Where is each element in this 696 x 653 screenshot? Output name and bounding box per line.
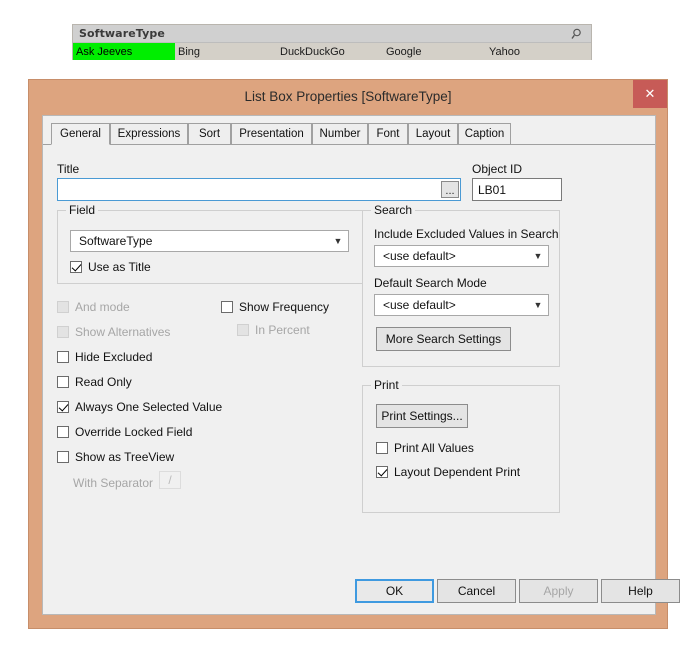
tab-strip: General Expressions Sort Presentation Nu… <box>43 123 655 145</box>
chevron-down-icon: ▼ <box>333 236 343 246</box>
list-item[interactable]: Yahoo <box>486 43 591 60</box>
field-select[interactable]: SoftwareType ▼ <box>70 230 349 252</box>
print-settings-button[interactable]: Print Settings... <box>376 404 468 428</box>
listbox-caption: SoftwareType <box>73 25 591 43</box>
object-id-label: Object ID <box>472 162 523 176</box>
checkbox-box <box>57 326 69 338</box>
apply-button: Apply <box>519 579 598 603</box>
checkbox-box <box>221 301 233 313</box>
include-excluded-value: <use default> <box>383 249 456 263</box>
tab-font[interactable]: Font <box>368 123 408 145</box>
title-input[interactable] <box>57 178 461 201</box>
include-excluded-select[interactable]: <use default> ▼ <box>374 245 549 267</box>
default-search-mode-select[interactable]: <use default> ▼ <box>374 294 549 316</box>
close-button[interactable]: ✕ <box>633 80 667 108</box>
checkbox-box <box>57 401 69 413</box>
checkbox-label: In Percent <box>255 323 310 337</box>
list-item[interactable]: Ask Jeeves <box>73 43 175 60</box>
tab-panel-general: Title ... Object ID LB01 Field SoftwareT… <box>43 145 680 614</box>
dialog-title: List Box Properties [SoftwareType] <box>244 89 452 104</box>
search-groupbox-title: Search <box>371 203 416 217</box>
checkbox-label: Always One Selected Value <box>75 400 223 414</box>
tab-expressions[interactable]: Expressions <box>110 123 188 145</box>
tab-caption[interactable]: Caption <box>458 123 511 145</box>
help-button[interactable]: Help <box>601 579 680 603</box>
include-excluded-label: Include Excluded Values in Search <box>374 227 559 241</box>
field-select-value: SoftwareType <box>79 234 153 248</box>
tab-sort[interactable]: Sort <box>188 123 231 145</box>
with-separator-label: With Separator <box>73 476 154 490</box>
chevron-down-icon: ▼ <box>533 300 543 310</box>
object-id-input[interactable]: LB01 <box>472 178 562 201</box>
checkbox-box <box>57 351 69 363</box>
list-box-properties-dialog: List Box Properties [SoftwareType] ✕ Gen… <box>28 79 680 629</box>
checkbox-label: And mode <box>75 300 130 314</box>
title-browse-button[interactable]: ... <box>441 181 459 198</box>
checkbox-box <box>376 466 388 478</box>
listbox-value-row[interactable]: Ask Jeeves Bing DuckDuckGo Google Yahoo <box>73 43 591 60</box>
checkbox-box <box>57 301 69 313</box>
checkbox-show-frequency[interactable]: Show Frequency <box>221 300 329 314</box>
checkbox-use-as-title[interactable]: Use as Title <box>70 260 151 274</box>
checkbox-layout-dependent-print[interactable]: Layout Dependent Print <box>376 465 520 479</box>
checkbox-box <box>376 442 388 454</box>
chevron-down-icon: ▼ <box>533 251 543 261</box>
dialog-button-bar: OK Cancel Apply Help <box>43 568 680 614</box>
checkbox-show-alternatives[interactable]: Show Alternatives <box>57 325 170 339</box>
with-separator-input[interactable]: / <box>159 471 181 489</box>
tab-presentation[interactable]: Presentation <box>231 123 312 145</box>
checkbox-label: Show Frequency <box>239 300 330 314</box>
cancel-button[interactable]: Cancel <box>437 579 516 603</box>
tab-general[interactable]: General <box>51 123 110 145</box>
checkbox-label: Hide Excluded <box>75 350 153 364</box>
checkbox-label: Layout Dependent Print <box>394 465 521 479</box>
checkbox-box <box>57 426 69 438</box>
listbox-object[interactable]: SoftwareType Ask Jeeves Bing DuckDuckGo … <box>72 24 592 60</box>
title-label: Title <box>57 162 80 176</box>
listbox-title: SoftwareType <box>79 27 165 40</box>
checkbox-box <box>70 261 82 273</box>
checkbox-label: Show as TreeView <box>75 450 175 464</box>
checkbox-show-as-treeview[interactable]: Show as TreeView <box>57 450 174 464</box>
default-search-mode-label: Default Search Mode <box>374 276 487 290</box>
ok-button[interactable]: OK <box>355 579 434 603</box>
default-search-mode-value: <use default> <box>383 298 456 312</box>
tab-layout[interactable]: Layout <box>408 123 458 145</box>
checkbox-label: Print All Values <box>394 441 474 455</box>
checkbox-label: Override Locked Field <box>75 425 193 439</box>
list-item[interactable]: DuckDuckGo <box>277 43 383 60</box>
print-groupbox-title: Print <box>371 378 402 392</box>
checkbox-box <box>57 451 69 463</box>
tab-number[interactable]: Number <box>312 123 368 145</box>
checkbox-label: Show Alternatives <box>75 325 171 339</box>
checkbox-read-only[interactable]: Read Only <box>57 375 132 389</box>
checkbox-in-percent[interactable]: In Percent <box>237 323 310 337</box>
checkbox-and-mode[interactable]: And mode <box>57 300 130 314</box>
list-item[interactable]: Bing <box>175 43 277 60</box>
list-item[interactable]: Google <box>383 43 486 60</box>
search-icon[interactable] <box>571 27 585 41</box>
checkbox-override-locked-field[interactable]: Override Locked Field <box>57 425 192 439</box>
field-groupbox-title: Field <box>66 203 99 217</box>
checkbox-box <box>237 324 249 336</box>
checkbox-label: Read Only <box>75 375 132 389</box>
checkbox-box <box>57 376 69 388</box>
more-search-settings-button[interactable]: More Search Settings <box>376 327 511 351</box>
checkbox-always-one-selected-value[interactable]: Always One Selected Value <box>57 400 222 414</box>
checkbox-hide-excluded[interactable]: Hide Excluded <box>57 350 152 364</box>
checkbox-label: Use as Title <box>88 260 151 274</box>
dialog-body: General Expressions Sort Presentation Nu… <box>42 115 680 615</box>
checkbox-print-all-values[interactable]: Print All Values <box>376 441 474 455</box>
dialog-titlebar[interactable]: List Box Properties [SoftwareType] ✕ <box>29 80 667 115</box>
